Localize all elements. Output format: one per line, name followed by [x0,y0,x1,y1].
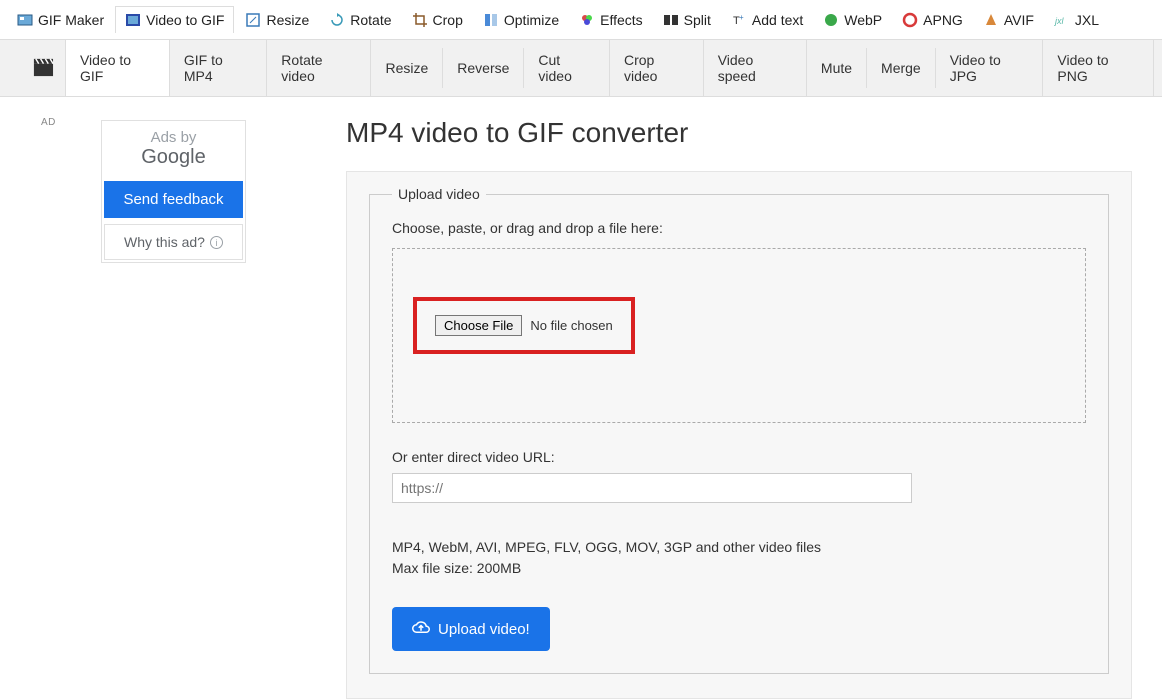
formats-line: MP4, WebM, AVI, MPEG, FLV, OGG, MOV, 3GP… [392,537,1086,558]
nav-label: Video to GIF [146,12,224,28]
tab-video-to-gif[interactable]: Video to GIF [65,40,170,96]
nav-label: Optimize [504,12,559,28]
nav-label: Crop [433,12,463,28]
tab-video-to-png[interactable]: Video to PNG [1043,40,1154,96]
send-feedback-button[interactable]: Send feedback [104,181,243,218]
optimize-icon [483,12,499,28]
tab-resize[interactable]: Resize [371,48,443,88]
ad-badge: AD [41,117,186,128]
nav-optimize[interactable]: Optimize [474,7,568,33]
crop-icon [412,12,428,28]
svg-text:+: + [739,13,744,22]
nav-avif[interactable]: AVIF [974,7,1043,33]
nav-effects[interactable]: Effects [570,7,652,33]
nav-label: JXL [1075,12,1099,28]
tab-rotate-video[interactable]: Rotate video [267,40,371,96]
clapperboard-icon [32,56,55,80]
apng-icon [902,12,918,28]
nav-label: WebP [844,12,882,28]
page-title: MP4 video to GIF converter [346,117,1132,149]
upload-fieldset: Upload video Choose, paste, or drag and … [369,186,1109,674]
nav-gif-maker[interactable]: GIF Maker [8,7,113,33]
tab-merge[interactable]: Merge [867,48,936,88]
content: MP4 video to GIF converter Upload video … [246,97,1162,699]
file-input-highlight: Choose File No file chosen [413,297,635,354]
nav-resize[interactable]: Resize [236,7,318,33]
video-to-gif-icon [125,12,141,28]
nav-label: APNG [923,12,963,28]
tab-mute[interactable]: Mute [807,48,867,88]
nav-webp[interactable]: WebP [814,7,891,33]
fieldset-legend: Upload video [392,186,486,202]
svg-text:jxl: jxl [1054,16,1064,26]
url-input[interactable] [392,473,912,503]
nav-add-text[interactable]: T+ Add text [722,7,812,33]
top-nav: GIF Maker Video to GIF Resize Rotate Cro… [0,0,1162,39]
upload-video-button[interactable]: Upload video! [392,607,550,651]
or-url-label: Or enter direct video URL: [392,449,1086,465]
avif-icon [983,12,999,28]
no-file-label: No file chosen [530,318,612,333]
nav-crop[interactable]: Crop [403,7,472,33]
upload-panel: Upload video Choose, paste, or drag and … [346,171,1132,699]
tab-reverse[interactable]: Reverse [443,48,524,88]
nav-label: Split [684,12,711,28]
jxl-icon: jxl [1054,12,1070,28]
maxsize-line: Max file size: 200MB [392,558,1086,579]
gif-maker-icon [17,12,33,28]
rotate-icon [329,12,345,28]
split-icon [663,12,679,28]
effects-icon [579,12,595,28]
add-text-icon: T+ [731,12,747,28]
sidebar: AD Ads by Google Send feedback Why this … [0,97,246,699]
resize-icon [245,12,261,28]
tab-crop-video[interactable]: Crop video [610,40,704,96]
instruction-text: Choose, paste, or drag and drop a file h… [392,220,1086,236]
nav-label: Rotate [350,12,391,28]
why-this-ad-button[interactable]: Why this ad? i [104,224,243,260]
nav-label: Resize [266,12,309,28]
main-area: AD Ads by Google Send feedback Why this … [0,97,1162,699]
tab-video-speed[interactable]: Video speed [704,40,807,96]
tab-gif-to-mp4[interactable]: GIF to MP4 [170,40,267,96]
drop-zone[interactable]: Choose File No file chosen [392,248,1086,423]
ad-box: Ads by Google Send feedback Why this ad?… [101,120,246,263]
supported-formats: MP4, WebM, AVI, MPEG, FLV, OGG, MOV, 3GP… [392,537,1086,579]
nav-jxl[interactable]: jxl JXL [1045,7,1108,33]
nav-video-to-gif[interactable]: Video to GIF [115,6,234,33]
nav-label: AVIF [1004,12,1034,28]
upload-btn-label: Upload video! [438,621,530,638]
nav-rotate[interactable]: Rotate [320,7,400,33]
cloud-upload-icon [412,618,430,640]
tab-video-to-jpg[interactable]: Video to JPG [936,40,1044,96]
nav-label: Add text [752,12,803,28]
sub-nav: Video to GIF GIF to MP4 Rotate video Res… [0,39,1162,97]
nav-split[interactable]: Split [654,7,720,33]
nav-apng[interactable]: APNG [893,7,972,33]
webp-icon [823,12,839,28]
nav-label: Effects [600,12,643,28]
choose-file-button[interactable]: Choose File [435,315,522,336]
nav-label: GIF Maker [38,12,104,28]
tab-cut-video[interactable]: Cut video [524,40,610,96]
google-logo: Google [102,146,245,179]
info-icon: i [210,236,223,249]
why-label: Why this ad? [124,234,205,250]
